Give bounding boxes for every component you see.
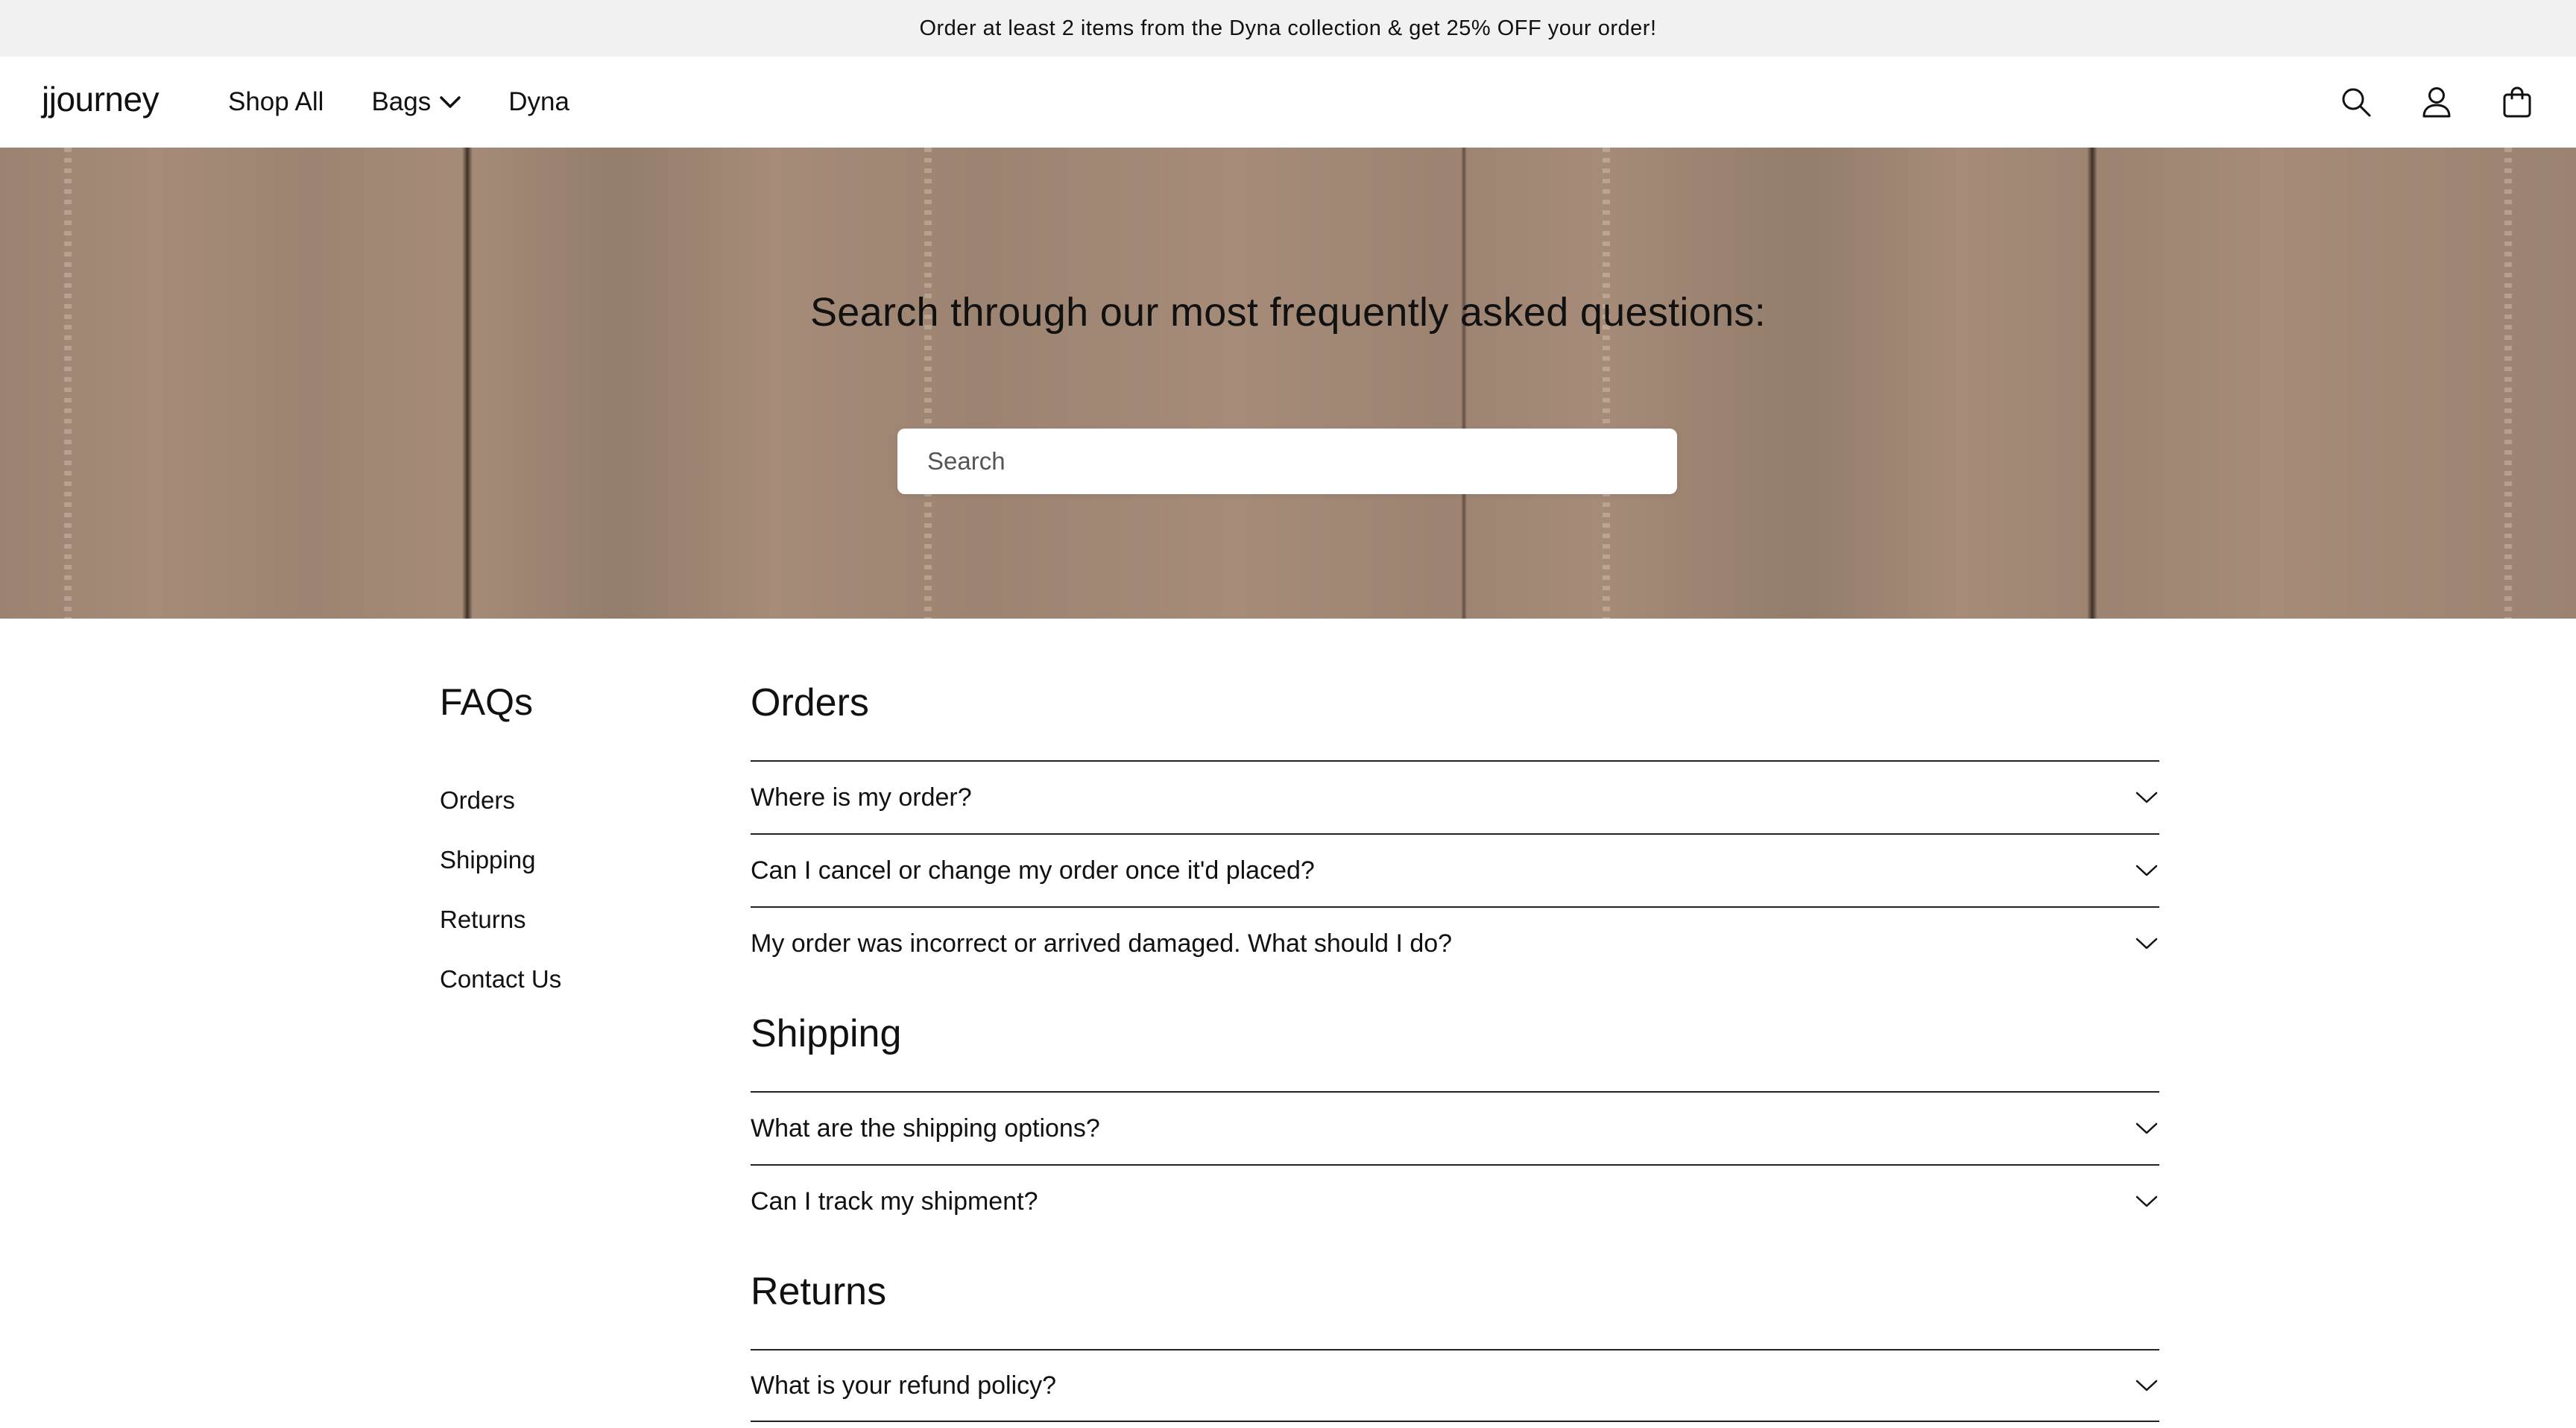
nav-dyna-label: Dyna	[508, 87, 569, 116]
chevron-down-icon	[2135, 786, 2158, 809]
nav-bags[interactable]: Bags	[371, 87, 461, 117]
fabric-seam	[1461, 148, 1467, 619]
nav-shop-all[interactable]: Shop All	[228, 87, 323, 117]
chevron-down-icon	[2135, 1117, 2158, 1140]
sidebar-link-orders[interactable]: Orders	[440, 778, 561, 838]
search-button[interactable]	[2339, 85, 2373, 119]
section-title: Shipping	[751, 1012, 902, 1055]
faq-question-item[interactable]: Can I track my shipment?	[751, 1164, 2159, 1237]
account-button[interactable]	[2419, 85, 2454, 119]
nav-shop-all-label: Shop All	[228, 87, 324, 116]
cart-icon	[2503, 86, 2531, 118]
announcement-bar: Order at least 2 items from the Dyna col…	[0, 0, 2576, 57]
hero-banner: Search through our most frequently asked…	[0, 148, 2576, 619]
chevron-down-icon	[2135, 932, 2158, 955]
fabric-stitch	[64, 148, 72, 619]
fabric-stitch	[2504, 148, 2512, 619]
faq-question-item[interactable]: Can I cancel or change my order once it'…	[751, 833, 2159, 906]
faq-question-item[interactable]: What is your refund policy?	[751, 1349, 2159, 1422]
account-icon	[2422, 87, 2451, 118]
nav-dyna[interactable]: Dyna	[508, 87, 569, 117]
logo[interactable]: jjourney	[42, 82, 160, 116]
chevron-down-icon	[440, 96, 461, 108]
sidebar-link-returns[interactable]: Returns	[440, 897, 561, 957]
header-icons	[2293, 57, 2534, 148]
fabric-stitch	[1603, 148, 1610, 619]
chevron-down-icon	[2135, 1190, 2158, 1213]
fabric-seam	[2087, 148, 2097, 619]
chevron-down-icon	[2135, 1374, 2158, 1397]
sidebar-link-shipping[interactable]: Shipping	[440, 838, 561, 897]
main-nav: Shop All Bags Dyna	[228, 57, 617, 148]
faq-question: My order was incorrect or arrived damage…	[751, 929, 1453, 958]
fabric-seam	[462, 148, 473, 619]
faq-section-orders: Orders Where is my order? Can I cancel o…	[751, 680, 2159, 979]
chevron-down-icon	[2135, 859, 2158, 882]
section-title: Orders	[751, 681, 869, 724]
faq-main: Orders Where is my order? Can I cancel o…	[751, 680, 2159, 1422]
faq-section-shipping: Shipping What are the shipping options? …	[751, 1011, 2159, 1237]
nav-bags-label: Bags	[371, 87, 432, 116]
faq-question-item[interactable]: What are the shipping options?	[751, 1091, 2159, 1164]
section-title: Returns	[751, 1270, 887, 1313]
faq-question: Where is my order?	[751, 783, 972, 812]
search-icon	[2342, 88, 2371, 117]
cart-button[interactable]	[2500, 85, 2534, 119]
faq-question-item[interactable]: My order was incorrect or arrived damage…	[751, 906, 2159, 979]
faq-question: Can I track my shipment?	[751, 1187, 1038, 1216]
announcement-text: Order at least 2 items from the Dyna col…	[919, 16, 1657, 40]
faq-question: Can I cancel or change my order once it'…	[751, 856, 1315, 885]
hero-title: Search through our most frequently asked…	[809, 290, 1767, 335]
sidebar-link-contact-us[interactable]: Contact Us	[440, 957, 561, 1017]
faq-question-item[interactable]: Where is my order?	[751, 760, 2159, 833]
faq-sidebar: Orders Shipping Returns Contact Us	[440, 778, 561, 1017]
faq-search-input[interactable]	[897, 429, 1677, 494]
site-header: jjourney Shop All Bags Dyna	[0, 57, 2576, 148]
faq-question: What is your refund policy?	[751, 1371, 1057, 1400]
faq-section-returns: Returns What is your refund policy?	[751, 1269, 2159, 1422]
faq-heading: FAQs	[440, 681, 534, 723]
faq-question: What are the shipping options?	[751, 1113, 1100, 1143]
fabric-stitch	[924, 148, 932, 619]
